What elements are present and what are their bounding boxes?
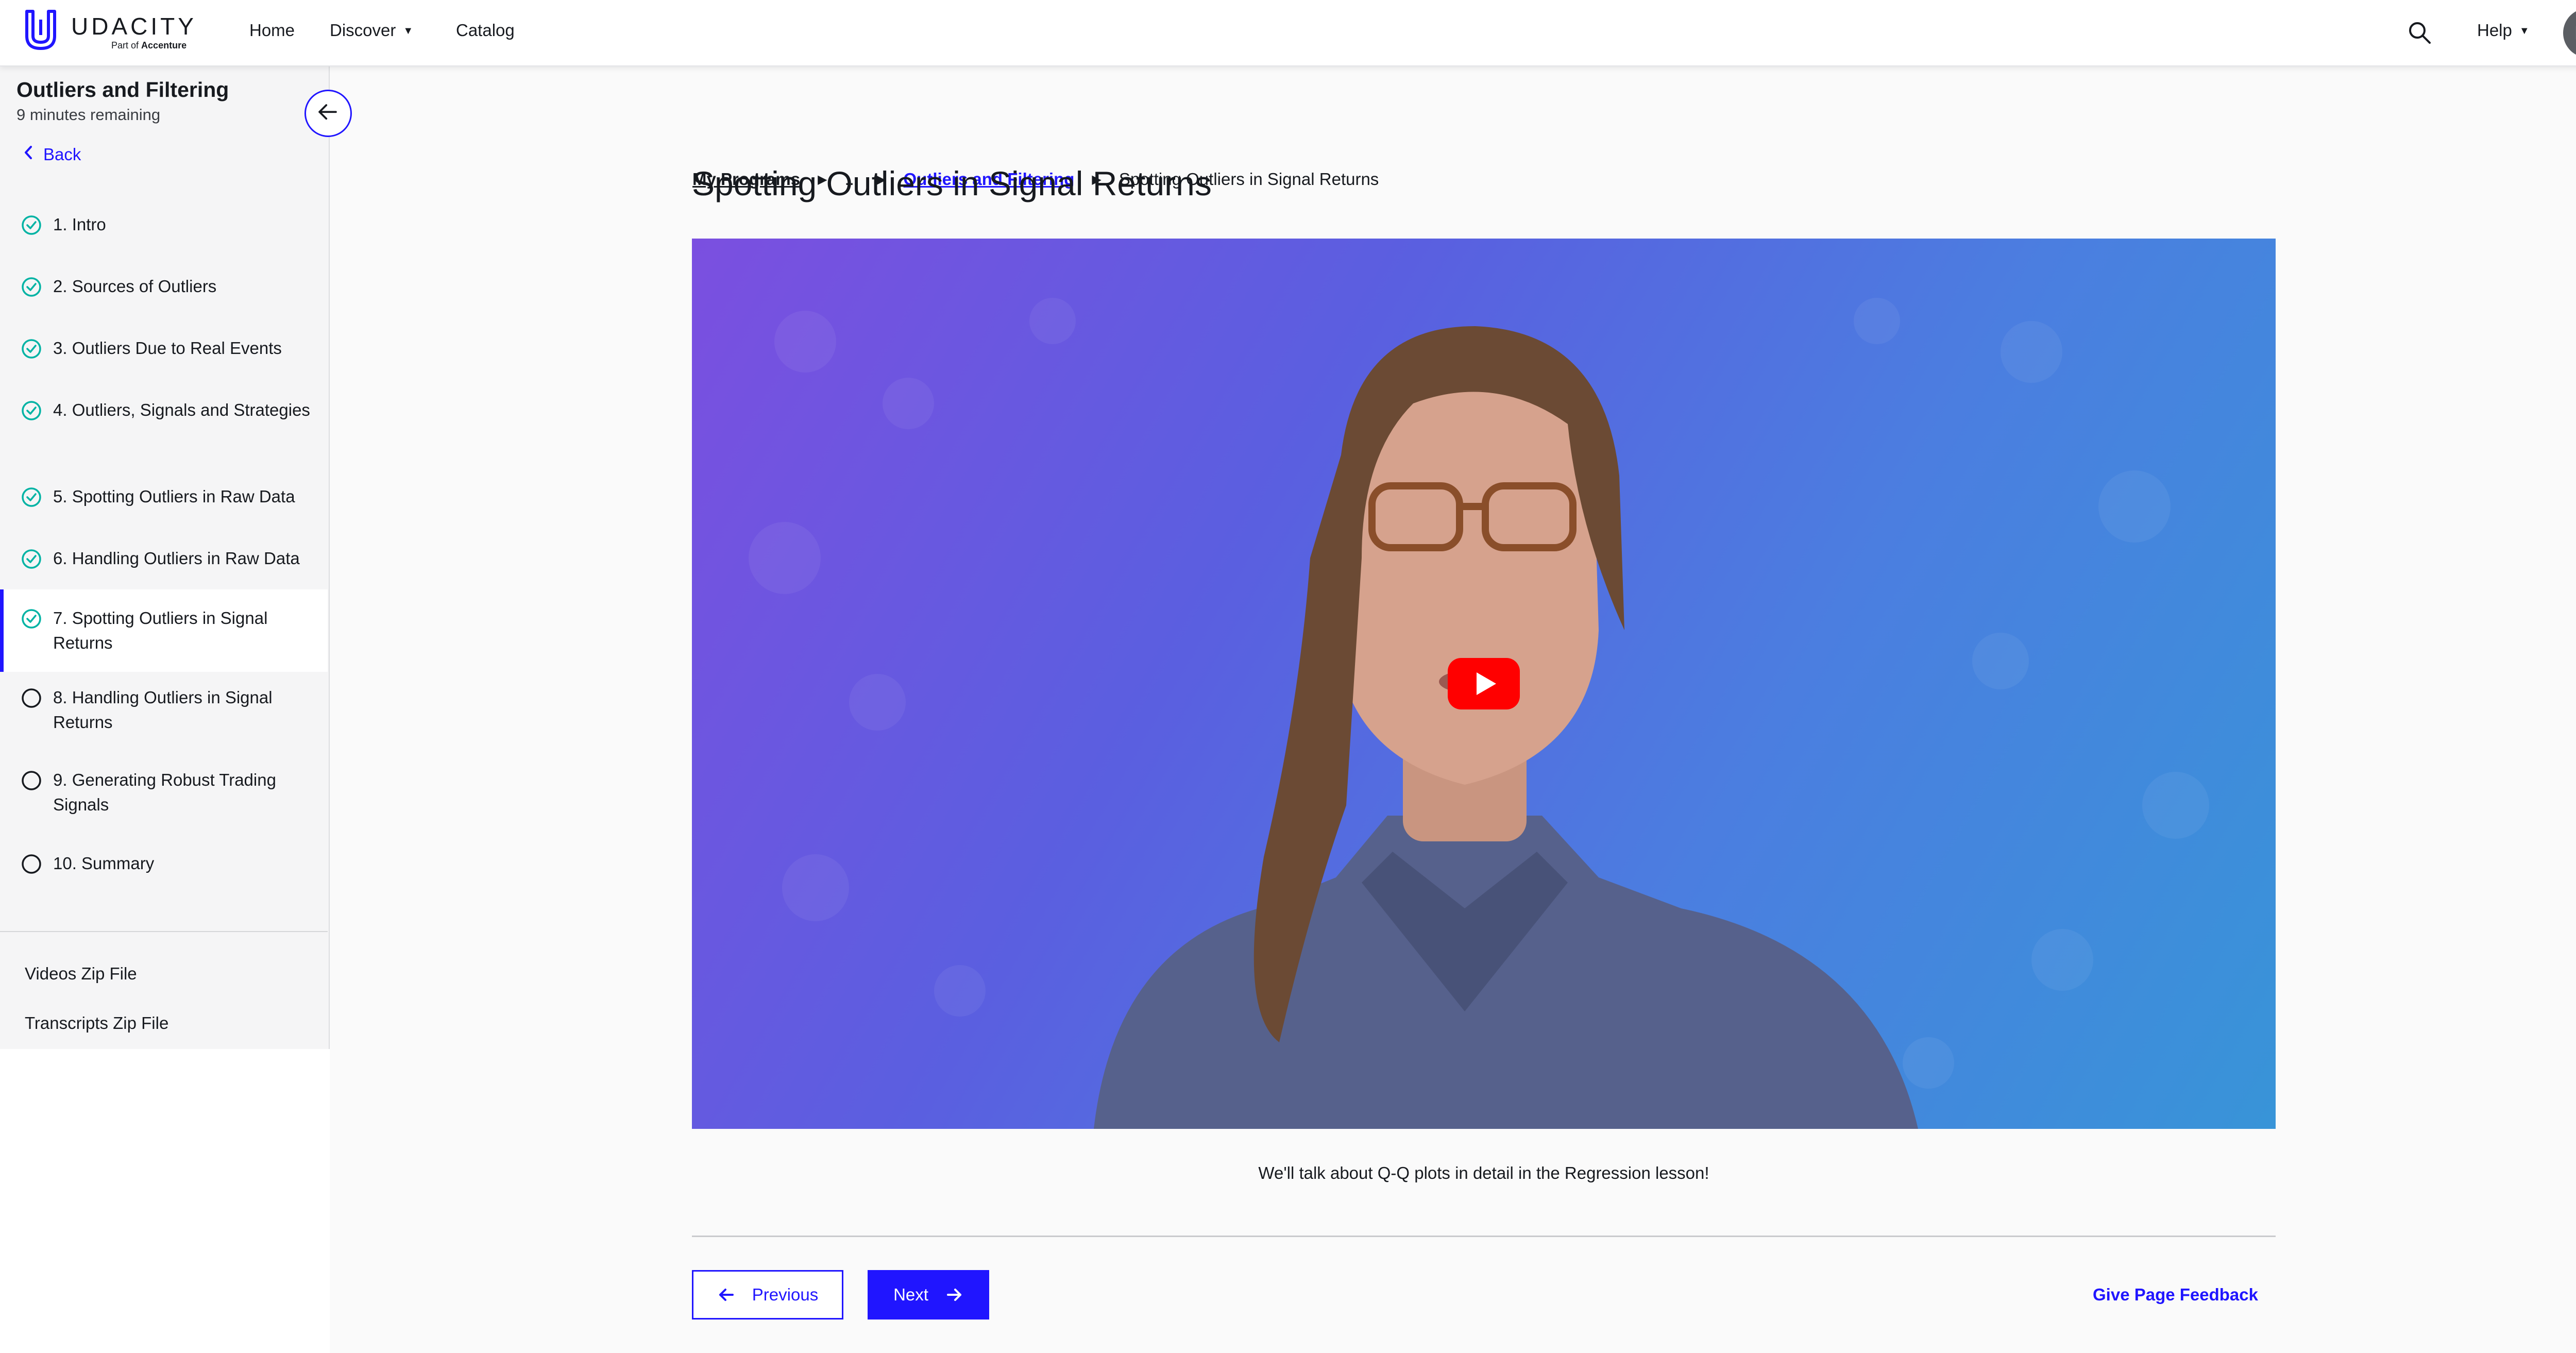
sidebar-item-label: 4. Outliers, Signals and Strategies [53,400,310,419]
collapse-sidebar-button[interactable] [304,90,352,137]
sidebar-item-label: 10. Summary [53,854,155,873]
page-title: Spotting Outliers in Signal Returns [692,164,1212,202]
give-page-feedback-link[interactable]: Give Page Feedback [2093,1285,2258,1305]
back-link[interactable]: Back [23,145,81,164]
sidebar-item-summary[interactable]: 10. Summary [0,851,328,877]
chevron-down-icon: ▼ [403,25,414,37]
sidebar-item-handling-outliers-raw-data[interactable]: 6. Handling Outliers in Raw Data [0,546,328,572]
empty-circle-icon [22,854,41,874]
sidebar-divider [0,931,328,932]
sidebar-item-generating-robust-trading-signals[interactable]: 9. Generating Robust Trading Signals [0,768,328,818]
help-menu[interactable]: Help ▼ [2477,21,2530,40]
sidebar-item-intro[interactable]: 1. Intro [0,212,328,238]
udacity-logo-icon [25,10,56,50]
sidebar-item-spotting-outliers-signal-returns[interactable]: 7. Spotting Outliers in Signal Returns [0,589,328,672]
youtube-play-icon[interactable] [1448,658,1520,709]
video-player[interactable] [692,239,2276,1129]
sidebar-item-outliers-signals-strategies[interactable]: 4. Outliers, Signals and Strategies [0,398,328,448]
empty-circle-icon [22,688,41,708]
check-circle-icon [22,401,41,420]
arrow-left-icon [719,1289,734,1301]
check-circle-icon [22,339,41,359]
sidebar-item-spotting-outliers-raw-data[interactable]: 5. Spotting Outliers in Raw Data [0,484,328,510]
videos-zip-link[interactable]: Videos Zip File [25,964,137,984]
transcripts-zip-link[interactable]: Transcripts Zip File [25,1013,168,1033]
sidebar-item-label: 2. Sources of Outliers [53,277,217,296]
sidebar-item-sources-of-outliers[interactable]: 2. Sources of Outliers [0,274,328,300]
sidebar-item-handling-outliers-signal-returns[interactable]: 8. Handling Outliers in Signal Returns [0,685,328,736]
chevron-left-icon [23,145,43,164]
lesson-sidebar: Outliers and Filtering 9 minutes remaini… [0,66,330,1049]
sidebar-item-label: 3. Outliers Due to Real Events [53,339,282,358]
empty-circle-icon [22,771,41,790]
sidebar-title: Outliers and Filtering [16,78,229,102]
chevron-down-icon: ▼ [2519,25,2530,37]
sidebar-time-remaining: 9 minutes remaining [16,106,161,124]
nav-home[interactable]: Home [249,21,295,40]
sidebar-item-outliers-due-to-real-events[interactable]: 3. Outliers Due to Real Events [0,336,328,362]
check-circle-icon [22,215,41,235]
arrow-left-icon [318,104,337,120]
content-divider [692,1236,2276,1237]
check-circle-icon [22,487,41,507]
sidebar-item-label: 1. Intro [53,215,106,234]
sidebar-item-label: 9. Generating Robust Trading Signals [53,770,276,814]
sidebar-item-label: 6. Handling Outliers in Raw Data [53,549,300,568]
previous-button[interactable]: Previous [692,1270,843,1320]
check-circle-icon [22,277,41,297]
logo-subtitle: Part of Accenture [111,40,187,50]
check-circle-icon [22,609,41,629]
search-icon[interactable] [2408,21,2431,44]
check-circle-icon [22,549,41,569]
next-button-label: Next [893,1285,928,1304]
nav-discover[interactable]: Discover ▼ [330,21,413,40]
top-navigation: UDACITY Part of Accenture Home Discover ▼… [0,0,2576,66]
logo-wordmark: UDACITY [71,13,197,40]
sidebar-item-label: 7. Spotting Outliers in Signal Returns [53,608,268,652]
arrow-right-icon [946,1289,961,1301]
nav-catalog[interactable]: Catalog [456,21,515,40]
sidebar-item-label: 8. Handling Outliers in Signal Returns [53,688,273,732]
udacity-logo[interactable]: UDACITY Part of Accenture [23,9,208,56]
sidebar-item-label: 5. Spotting Outliers in Raw Data [53,487,295,506]
next-button[interactable]: Next [868,1270,989,1320]
user-avatar[interactable]: HC [2563,8,2576,58]
video-caption: We'll talk about Q-Q plots in detail in … [1258,1163,1709,1182]
previous-button-label: Previous [752,1285,819,1304]
